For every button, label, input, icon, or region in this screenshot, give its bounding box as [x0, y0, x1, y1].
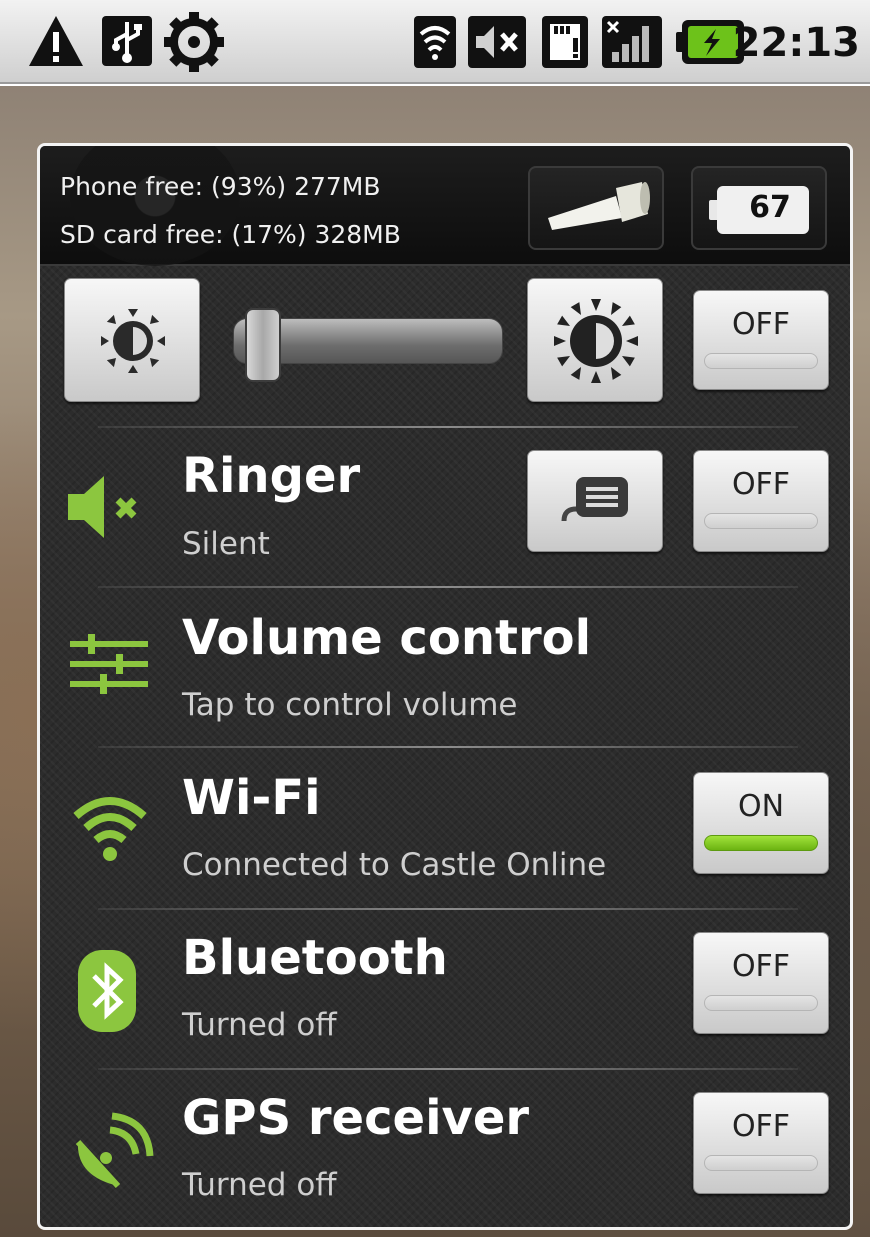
- sd-free-label: SD card free: (17%) 328MB: [60, 220, 401, 249]
- bluetooth-toggle[interactable]: OFF: [693, 932, 829, 1034]
- battery-level-button[interactable]: 67: [691, 166, 827, 250]
- brightness-high-icon: [554, 299, 638, 383]
- storage-header: Phone free: (93%) 277MB SD card free: (1…: [40, 146, 850, 266]
- ringer-toggle-label: OFF: [731, 467, 791, 502]
- gps-toggle[interactable]: OFF: [693, 1092, 829, 1194]
- bluetooth-title: Bluetooth: [182, 930, 448, 986]
- message-icon: [561, 477, 628, 522]
- brightness-slider-thumb[interactable]: [244, 308, 281, 382]
- ringer-title: Ringer: [182, 448, 361, 504]
- toggle-indicator: [704, 835, 818, 851]
- wifi-title: Wi-Fi: [182, 770, 321, 826]
- ringer-mode-button[interactable]: [527, 450, 663, 552]
- toggle-indicator: [704, 513, 818, 529]
- usb-icon: [102, 16, 152, 66]
- gps-toggle-label: OFF: [731, 1109, 791, 1144]
- brightness-low-icon: [101, 309, 165, 373]
- warning-icon: [29, 16, 83, 66]
- wifi-icon: [73, 797, 147, 861]
- gps-subtitle: Turned off: [182, 1167, 337, 1203]
- divider: [98, 908, 798, 910]
- toggle-indicator: [704, 1155, 818, 1171]
- muted-icon: [468, 16, 526, 68]
- bluetooth-icon: [78, 950, 136, 1032]
- gps-title: GPS receiver: [182, 1090, 530, 1146]
- wifi-toggle[interactable]: ON: [693, 772, 829, 874]
- settings-icon: [164, 12, 224, 72]
- wifi-subtitle: Connected to Castle Online: [182, 847, 607, 883]
- divider: [98, 1068, 798, 1070]
- speaker-muted-icon: [68, 476, 137, 538]
- toggle-indicator: [704, 353, 818, 369]
- bluetooth-subtitle: Turned off: [182, 1007, 337, 1043]
- wifi-toggle-label: ON: [737, 789, 785, 824]
- auto-brightness-toggle[interactable]: OFF: [693, 290, 829, 390]
- toggle-indicator: [704, 995, 818, 1011]
- status-bar[interactable]: 22:13: [0, 0, 870, 84]
- flashlight-icon: [548, 182, 650, 230]
- volume-control-title: Volume control: [182, 610, 592, 666]
- clock: 22:13: [732, 20, 860, 66]
- ringer-toggle[interactable]: OFF: [693, 450, 829, 552]
- divider: [98, 586, 798, 588]
- brightness-increase-button[interactable]: [527, 278, 663, 402]
- flashlight-button[interactable]: [528, 166, 664, 250]
- satellite-dish-icon: [75, 1112, 154, 1189]
- battery-percent: 67: [749, 190, 791, 225]
- phone-free-label: Phone free: (93%) 277MB: [60, 172, 381, 201]
- sd-card-icon: [542, 16, 588, 68]
- brightness-decrease-button[interactable]: [64, 278, 200, 402]
- volume-control-subtitle: Tap to control volume: [182, 687, 518, 723]
- divider: [98, 426, 798, 428]
- bluetooth-toggle-label: OFF: [731, 949, 791, 984]
- ringer-subtitle: Silent: [182, 526, 270, 562]
- power-control-widget: Phone free: (93%) 277MB SD card free: (1…: [37, 143, 853, 1230]
- sliders-icon: [70, 634, 148, 694]
- divider: [98, 746, 798, 748]
- auto-brightness-toggle-label: OFF: [731, 307, 791, 342]
- signal-no-sim-icon: [602, 16, 662, 68]
- wifi-signal-icon: [414, 16, 456, 68]
